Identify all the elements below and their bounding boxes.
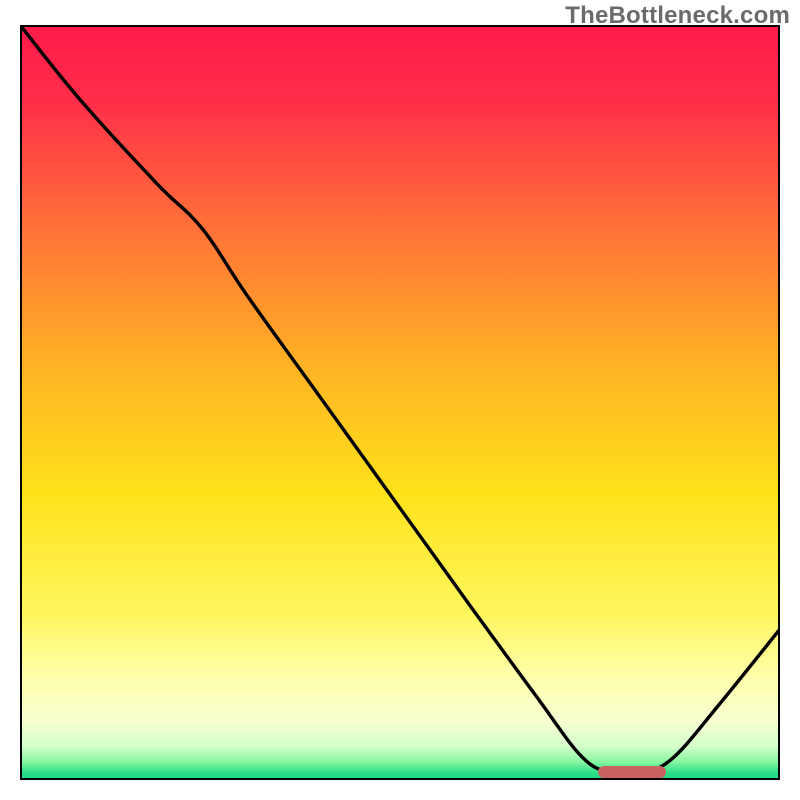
plot-area bbox=[20, 25, 780, 780]
watermark-text: TheBottleneck.com bbox=[565, 2, 790, 30]
chart-container: TheBottleneck.com bbox=[0, 0, 800, 800]
target-marker bbox=[598, 766, 666, 778]
bottleneck-curve bbox=[20, 25, 780, 780]
curve-path bbox=[20, 25, 780, 774]
